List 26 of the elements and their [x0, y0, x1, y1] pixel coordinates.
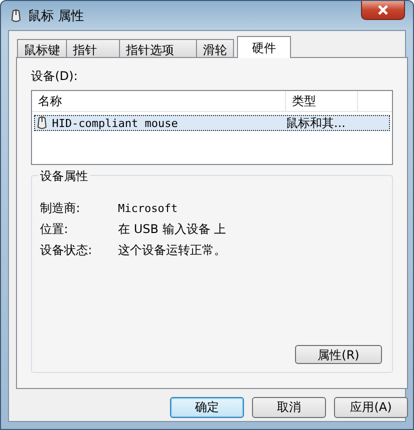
close-icon: [377, 5, 389, 15]
devices-label: 设备(D):: [31, 68, 79, 85]
device-type: 鼠标和其...: [286, 114, 346, 132]
properties-button[interactable]: 属性(R): [295, 345, 382, 364]
dialog-button[interactable]: 应用(A): [334, 397, 408, 418]
dialog-button[interactable]: 确定: [170, 397, 244, 418]
field-value: Microsoft: [118, 202, 179, 215]
mouse-icon: [35, 116, 49, 130]
tab[interactable]: 硬件: [237, 36, 291, 58]
device-name: HID-compliant mouse: [52, 116, 178, 130]
tab[interactable]: 指针: [66, 39, 120, 57]
field-label: 制造商:: [40, 200, 82, 217]
device-list[interactable]: 名称 类型 HID-compliant mouse 鼠标和其...: [31, 90, 393, 165]
group-title: 设备属性: [38, 168, 90, 185]
close-button[interactable]: [361, 1, 405, 20]
field-value: 这个设备运转正常。: [118, 242, 227, 259]
dialog-button[interactable]: 取消: [252, 397, 326, 418]
window-title: 鼠标 属性: [28, 8, 84, 24]
tab[interactable]: 指针选项: [119, 39, 197, 57]
field-value: 在 USB 输入设备 上: [118, 221, 228, 238]
device-row[interactable]: HID-compliant mouse 鼠标和其...: [34, 115, 390, 131]
mouse-icon: [9, 8, 23, 22]
tab[interactable]: 滑轮: [196, 39, 234, 57]
field-label: 设备状态:: [40, 242, 94, 259]
field-label: 位置:: [40, 221, 70, 238]
tab[interactable]: 鼠标键: [17, 39, 67, 57]
